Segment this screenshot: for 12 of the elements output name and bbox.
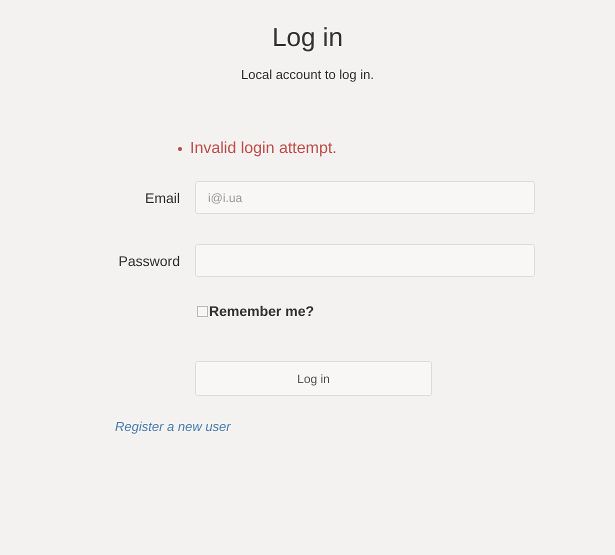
checkbox[interactable] [197,306,208,316]
register-link[interactable]: Register a new user [115,419,231,434]
field-label: Password [118,252,180,268]
login-button[interactable]: Log in [195,361,432,396]
input-field[interactable]: i@i.ua [195,181,535,214]
field-label: Email [144,190,180,206]
error-message: Invalid login attempt. [190,140,337,158]
checkbox-label: Remember me? [209,303,314,319]
page-title: Log in [271,22,344,53]
subtitle: Local account to log in. [240,67,375,82]
bullet-icon [178,147,182,151]
input-field[interactable] [195,244,535,277]
